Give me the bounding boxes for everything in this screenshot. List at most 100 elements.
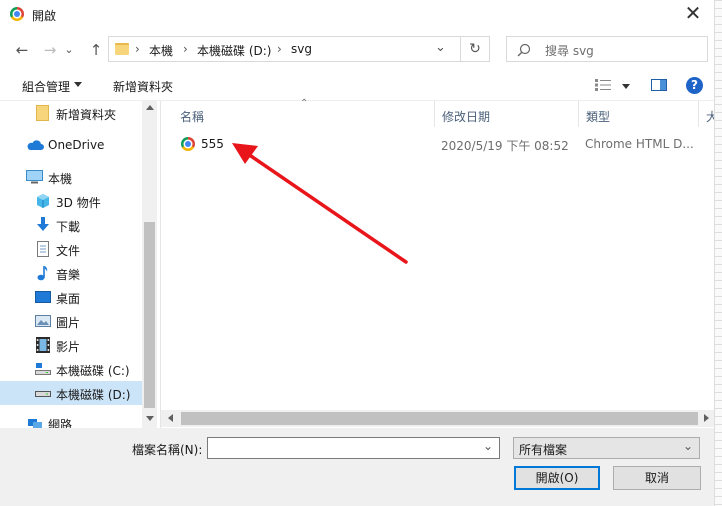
chevron-down-icon: ⌄ [682,439,693,453]
close-button[interactable]: ✕ [676,0,710,28]
organize-menu[interactable]: 組合管理 [22,78,70,95]
address-history-chevron[interactable]: ⌄ [435,40,446,55]
sidebar-item-label: 下載 [56,220,81,234]
file-type-filter-value: 所有檔案 [519,443,568,457]
chrome-icon [10,7,24,21]
folder-icon [36,105,49,121]
back-button[interactable]: ← [12,40,32,60]
breadcrumb-separator: › [135,42,140,56]
chrome-html-file-icon [181,137,195,151]
annotation-arrow [232,143,408,264]
organize-dropdown-icon [74,82,82,87]
search-placeholder: 搜尋 svg [545,44,594,58]
dialog-footer: 檔案名稱(N): ⌄ 所有檔案 ⌄ 開啟(O) 取消 [0,428,714,506]
pictures-icon [35,315,51,327]
sidebar-item-label: 本機磁碟 (C:) [56,364,130,378]
sidebar-item-documents[interactable]: 文件 [0,237,142,261]
sidebar-item-label: 本機 [48,172,73,186]
help-icon[interactable]: ? [686,77,703,94]
drive-icon [35,391,51,397]
sidebar-item-label: 新增資料夾 [56,108,117,122]
sidebar-scroll-thumb[interactable] [144,222,155,408]
cloud-icon [27,140,44,150]
breadcrumb-separator: › [277,42,282,56]
forward-button[interactable]: → [40,40,60,60]
breadcrumb-separator: › [183,42,188,56]
sidebar-item-network[interactable]: 網路 [0,415,142,428]
refresh-button[interactable]: ↻ [460,36,490,62]
sidebar-item-pictures[interactable]: 圖片 [0,309,142,333]
address-bar[interactable]: › 本機 › 本機磁碟 (D:) › svg ⌄ [108,36,490,62]
breadcrumb-this-pc[interactable]: 本機 [149,42,173,59]
computer-icon [26,170,43,184]
sidebar-item-label: 音樂 [56,268,81,282]
sidebar-item-label: 本機磁碟 (D:) [56,388,131,402]
file-type-filter-select[interactable]: 所有檔案 ⌄ [513,437,700,459]
file-name: 555 [201,137,224,151]
scroll-down-icon[interactable] [146,416,154,421]
video-icon [36,337,50,353]
breadcrumb-drive-d[interactable]: 本機磁碟 (D:) [197,42,271,59]
new-folder-button[interactable]: 新增資料夾 [113,78,173,95]
sidebar-item-label: 圖片 [56,316,81,330]
sidebar-item-label: 影片 [56,340,81,354]
column-divider[interactable] [434,101,435,127]
open-file-dialog: 開啟 ✕ ← → ⌄ ↑ › 本機 › 本機磁碟 (D:) › svg ⌄ ↻ … [0,0,714,506]
column-header-name[interactable]: 名稱 [180,108,204,125]
sidebar-item-new-folder[interactable]: 新增資料夾 [0,101,142,125]
file-type: Chrome HTML D... [585,137,694,151]
navigation-pane: 新增資料夾 OneDrive 本機 3D 物件 下載 文件 音樂 桌面 圖片 影… [0,101,157,428]
cube-icon [37,194,49,208]
sidebar-item-3d-objects[interactable]: 3D 物件 [0,189,142,213]
desktop-icon [35,291,51,303]
horizontal-scroll-thumb[interactable] [181,412,698,425]
breadcrumb-svg[interactable]: svg [291,42,312,56]
sidebar-item-this-pc[interactable]: 本機 [0,165,142,189]
column-header-size[interactable]: 大 [706,108,714,125]
network-icon [28,419,42,428]
folder-icon [115,43,129,55]
view-dropdown-icon[interactable] [622,84,630,89]
music-icon [37,266,48,281]
document-icon [37,241,49,257]
sidebar-item-onedrive[interactable]: OneDrive [0,133,142,157]
cancel-button[interactable]: 取消 [613,466,701,490]
column-divider[interactable] [698,101,699,127]
sidebar-item-downloads[interactable]: 下載 [0,213,142,237]
filename-field[interactable]: ⌄ [207,437,500,459]
drive-icon [35,363,51,375]
sidebar-item-label: 文件 [56,244,81,258]
column-header-row: ⌃ [161,98,714,127]
sort-ascending-icon: ⌃ [300,98,309,109]
sidebar-item-videos[interactable]: 影片 [0,333,142,357]
download-icon [37,217,49,231]
filename-label: 檔案名稱(N): [132,443,203,457]
filename-history-chevron[interactable]: ⌄ [483,439,493,453]
search-box[interactable]: 搜尋 svg [506,36,708,62]
sidebar-item-label: OneDrive [48,138,105,152]
up-button[interactable]: ↑ [86,40,106,60]
sidebar-item-label: 3D 物件 [56,196,101,210]
column-header-date[interactable]: 修改日期 [442,108,490,125]
sidebar-item-desktop[interactable]: 桌面 [0,285,142,309]
sidebar-item-music[interactable]: 音樂 [0,261,142,285]
sidebar-item-label: 網路 [48,418,73,428]
sidebar-item-label: 桌面 [56,292,81,306]
search-icon [517,43,531,57]
title-bar: 開啟 ✕ [0,0,714,30]
file-date: 2020/5/19 下午 08:52 [441,139,569,153]
scroll-right-icon[interactable] [704,414,709,422]
background-window-edge [714,0,722,506]
column-header-type[interactable]: 類型 [586,108,610,125]
sidebar-item-drive-d[interactable]: 本機磁碟 (D:) [0,381,142,405]
recent-locations-dropdown[interactable]: ⌄ [62,40,76,60]
scroll-up-icon[interactable] [146,105,154,110]
window-title: 開啟 [32,9,57,23]
preview-pane-icon[interactable] [651,79,667,91]
open-button[interactable]: 開啟(O) [514,466,600,490]
view-options-icon[interactable] [595,79,611,91]
pane-divider [160,101,161,428]
column-divider[interactable] [578,101,579,127]
scroll-left-icon[interactable] [168,414,173,422]
sidebar-item-drive-c[interactable]: 本機磁碟 (C:) [0,357,142,381]
